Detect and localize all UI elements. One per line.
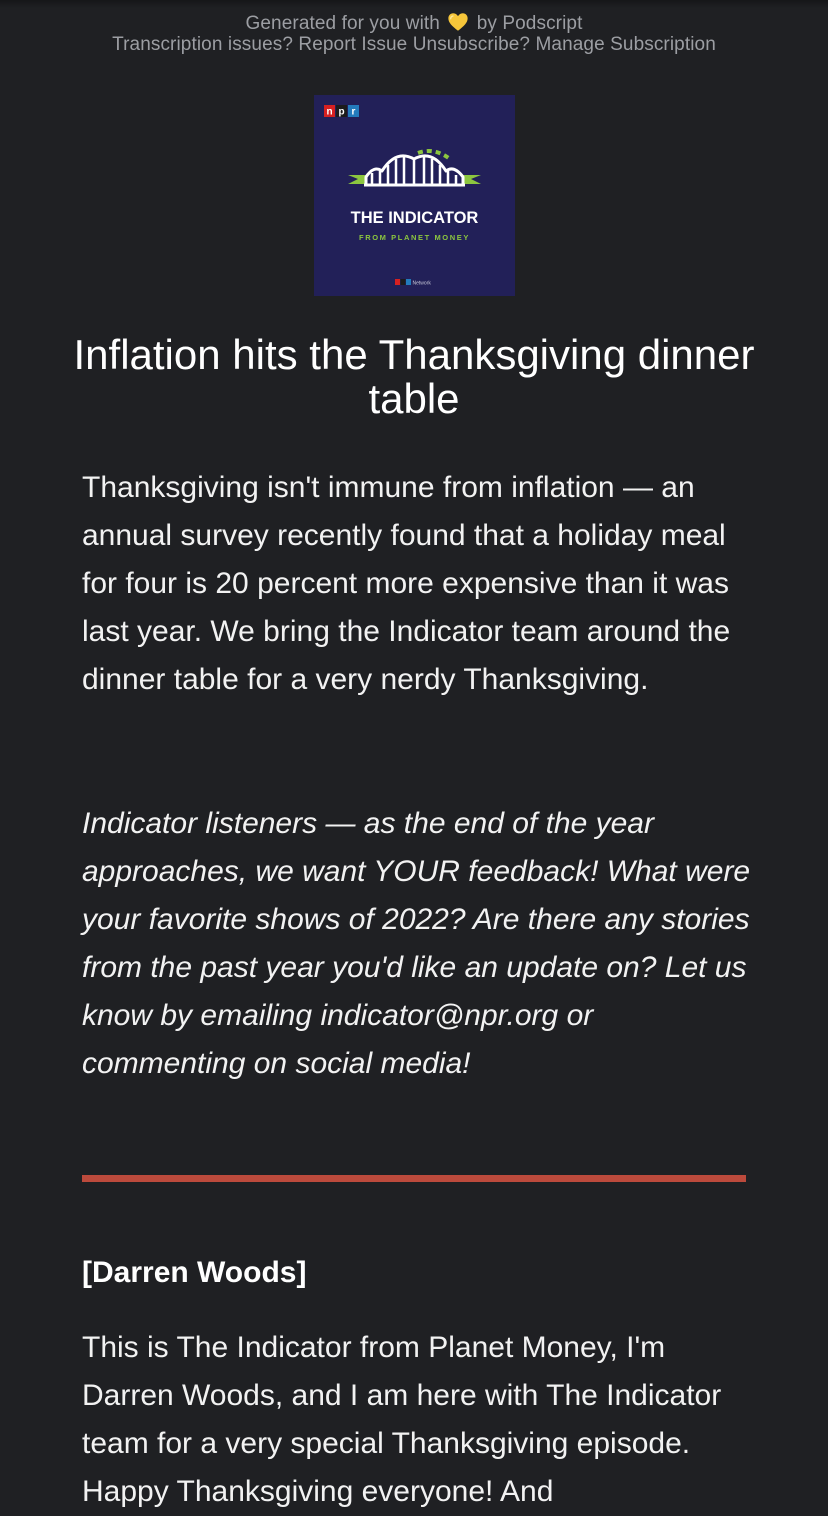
- artwork-show-subtitle: FROM PLANET MONEY: [359, 233, 470, 242]
- artwork-show-name: THE INDICATOR: [351, 209, 479, 227]
- episode-description: Thanksgiving isn't immune from inflation…: [82, 471, 731, 696]
- yellow-heart-icon: [448, 13, 468, 31]
- report-issue-link[interactable]: Report Issue: [298, 34, 407, 55]
- listener-feedback-note: Indicator listeners — as the end of the …: [82, 807, 751, 1080]
- podcast-artwork: n p r THE INDICATOR FROM PLANET MONEY Ne…: [314, 95, 515, 296]
- unsubscribe-question-text: Unsubscribe?: [412, 34, 531, 55]
- transcript-paragraph: This is The Indicator from Planet Money,…: [82, 1331, 722, 1508]
- artwork-graphic: n p r THE INDICATOR FROM PLANET MONEY Ne…: [314, 95, 515, 296]
- transcription-issues-text: Transcription issues?: [112, 34, 294, 55]
- section-divider: [82, 1175, 746, 1182]
- npr-letter-n: n: [326, 107, 332, 118]
- generated-prefix: Generated for you with: [245, 13, 440, 34]
- email-header: Generated for you with by Podscript Tran…: [0, 11, 828, 55]
- top-shadow: [0, 0, 828, 8]
- episode-title: Inflation hits the Thanksgiving dinner t…: [73, 331, 755, 422]
- npr-letter-r: r: [352, 107, 356, 118]
- npr-letter-p: p: [338, 107, 344, 118]
- transcript-speaker-label: [Darren Woods]: [82, 1256, 307, 1289]
- generated-suffix: by Podscript: [476, 13, 583, 34]
- generated-line: Generated for you with by Podscript: [0, 11, 828, 34]
- links-line: Transcription issues? Report Issue Unsub…: [0, 34, 828, 55]
- manage-subscription-link[interactable]: Manage Subscription: [535, 34, 715, 55]
- network-label: Network: [413, 281, 432, 287]
- npr-logo: n p r: [324, 105, 359, 118]
